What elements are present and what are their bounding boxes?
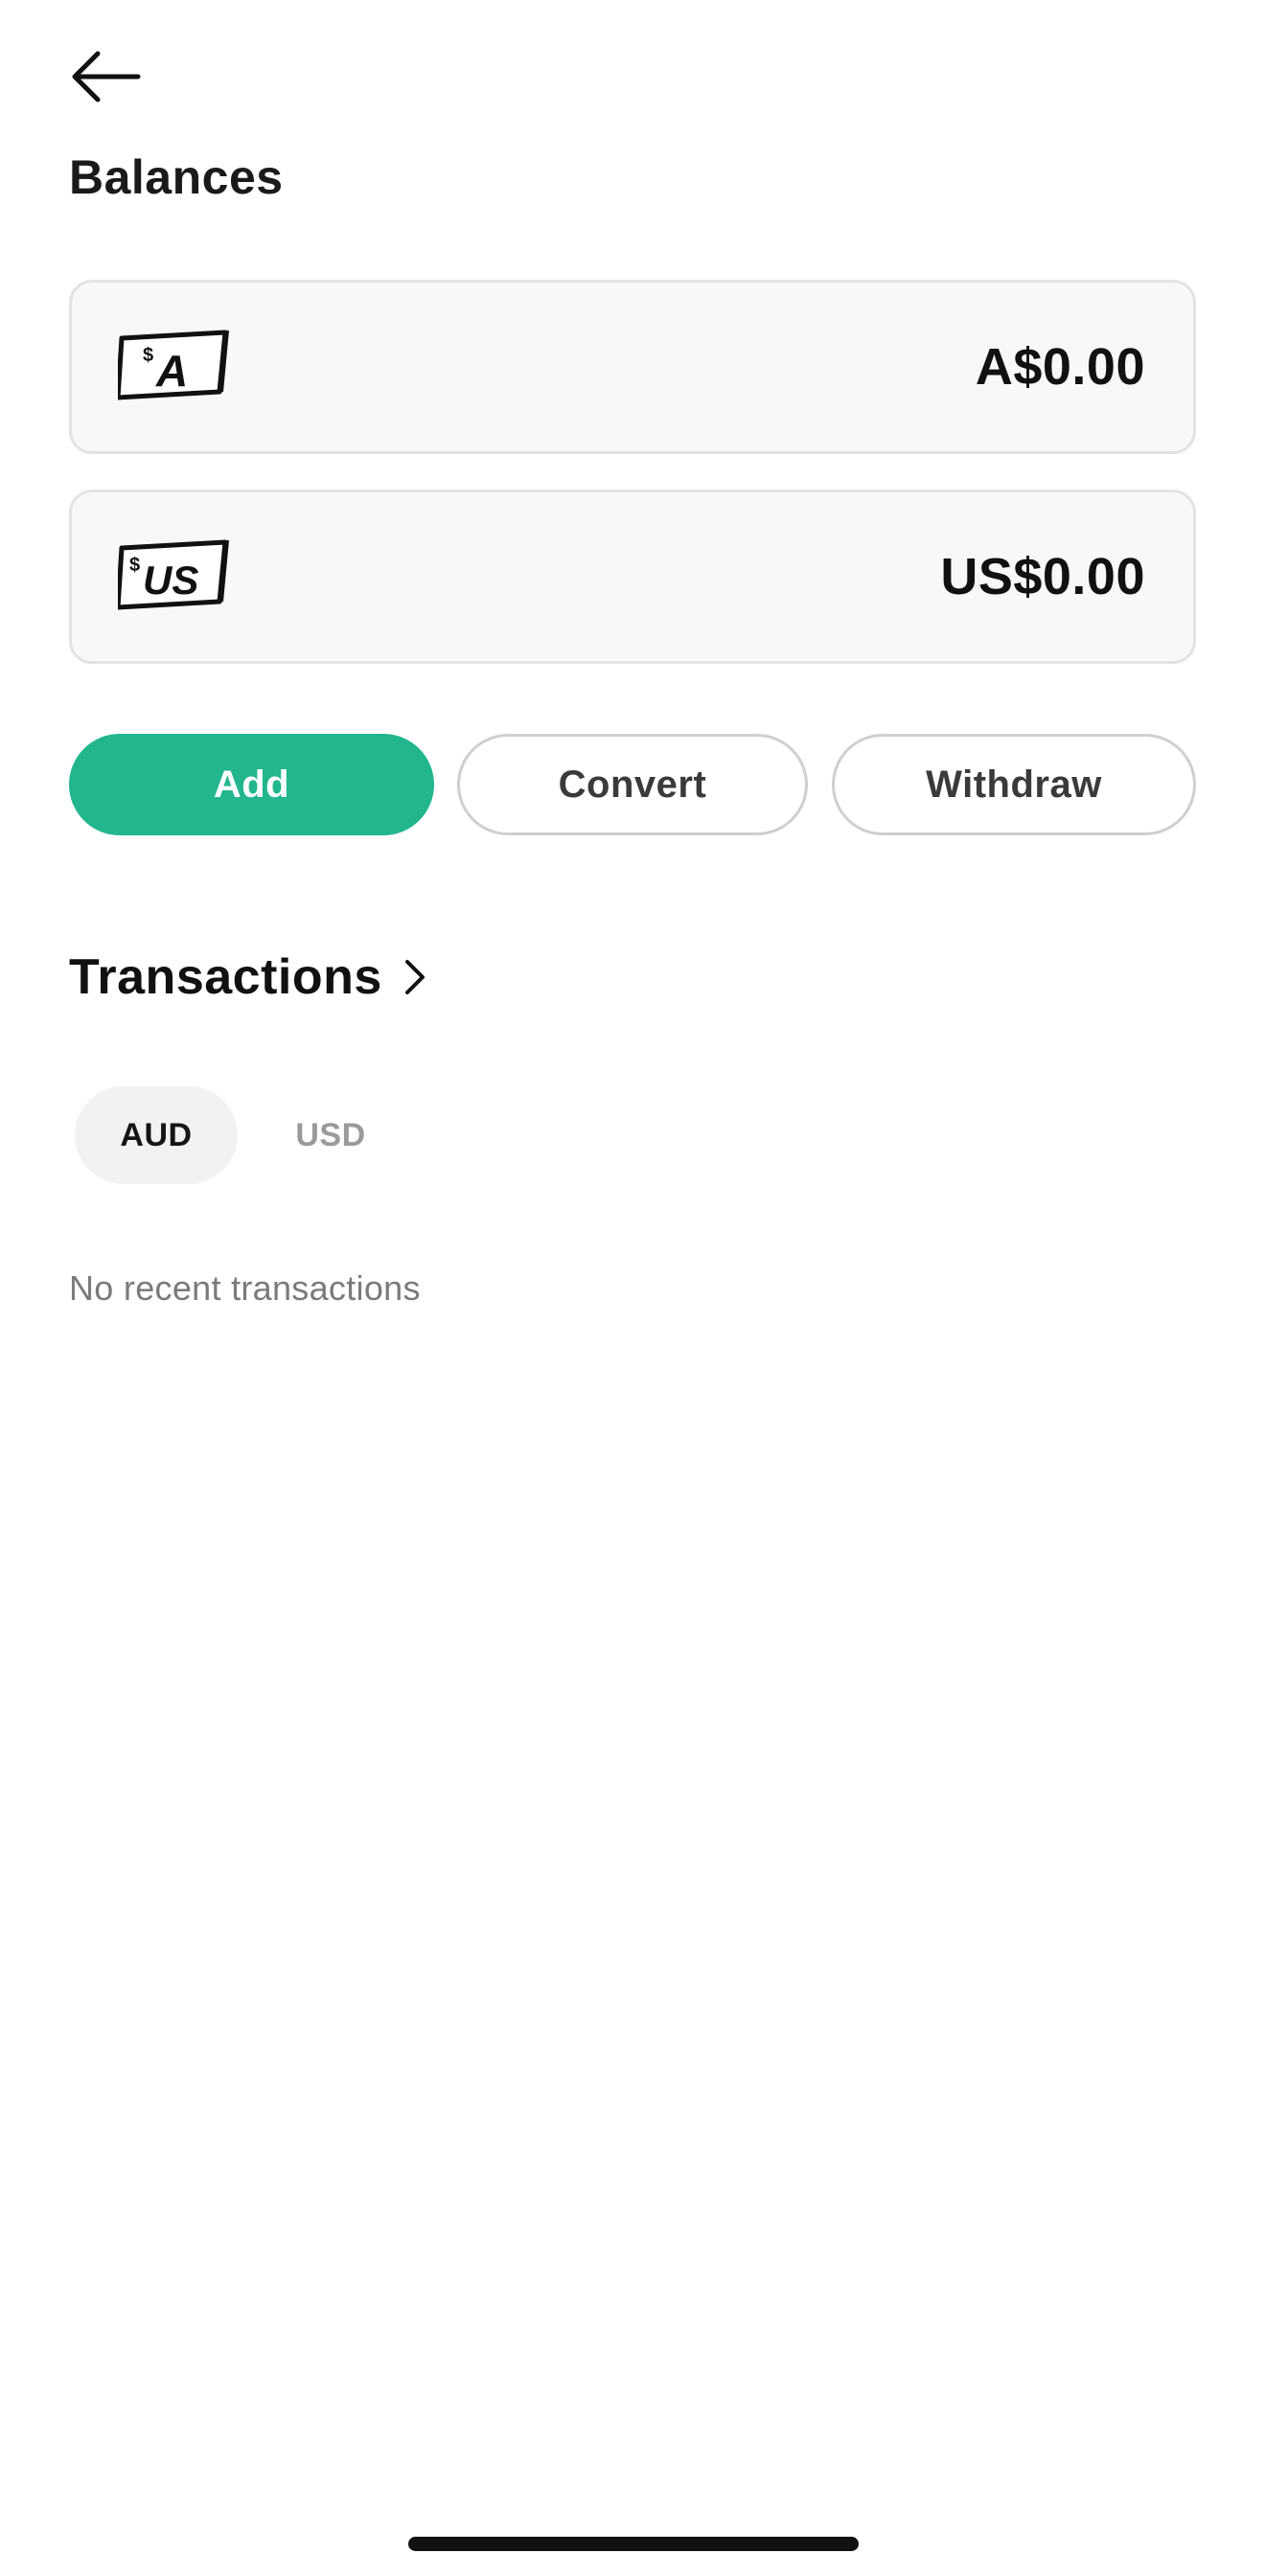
- usd-icon-text: US: [143, 558, 198, 603]
- back-button[interactable]: [69, 42, 151, 111]
- balance-card-usd[interactable]: $ US US$0.00: [69, 490, 1196, 664]
- empty-transactions-message: No recent transactions: [69, 1268, 421, 1308]
- svg-text:$: $: [143, 345, 153, 366]
- aud-icon-text: A: [155, 346, 188, 396]
- tab-aud[interactable]: AUD: [75, 1086, 238, 1184]
- balances-screen: Balances $ A A$0.00 $ US US$0.00 Add Con…: [0, 0, 1265, 2576]
- convert-button[interactable]: Convert: [457, 734, 808, 835]
- chevron-right-icon: [404, 960, 425, 994]
- balance-card-aud[interactable]: $ A A$0.00: [69, 280, 1196, 454]
- tab-usd[interactable]: USD: [268, 1086, 393, 1184]
- page-title: Balances: [69, 150, 284, 204]
- usd-cash-icon: $ US: [118, 539, 229, 610]
- add-button[interactable]: Add: [69, 734, 434, 835]
- aud-balance-amount: A$0.00: [975, 338, 1145, 396]
- withdraw-button[interactable]: Withdraw: [832, 734, 1196, 835]
- svg-text:$: $: [129, 555, 140, 576]
- transactions-title: Transactions: [69, 949, 382, 1005]
- transactions-link[interactable]: Transactions: [69, 948, 426, 1006]
- arrow-left-icon: [72, 51, 141, 103]
- usd-balance-amount: US$0.00: [940, 548, 1145, 605]
- home-indicator[interactable]: [408, 2537, 859, 2551]
- aud-cash-icon: $ A: [118, 330, 229, 400]
